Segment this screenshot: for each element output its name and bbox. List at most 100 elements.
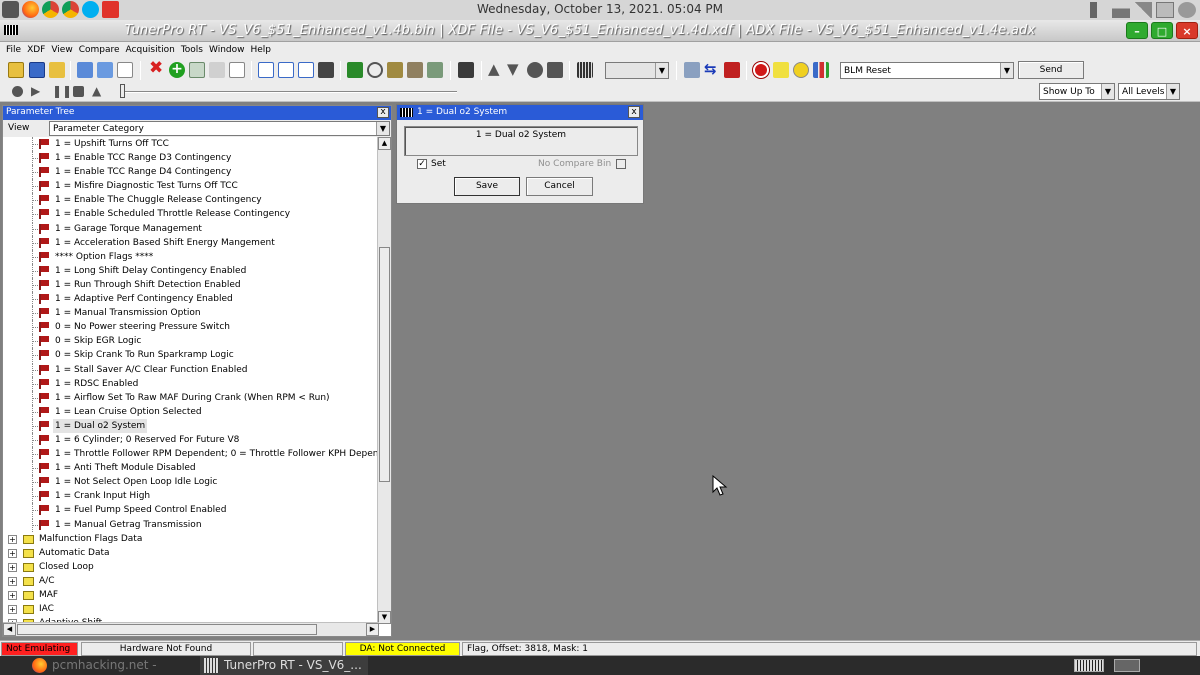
save-bin-icon[interactable] [97, 62, 113, 78]
parameter-tree-title-bar[interactable]: Parameter Tree x [3, 106, 391, 120]
tree-vertical-scrollbar[interactable]: ▲ ▼ [377, 137, 391, 624]
dialog-title-bar[interactable]: 1 = Dual o2 System x [397, 105, 643, 120]
add-icon[interactable]: + [169, 62, 185, 78]
taskbar-item-tunerpro[interactable]: TunerPro RT - VS_V6_... [200, 656, 368, 675]
tree-item[interactable]: 1 = Long Shift Delay Contingency Enabled [3, 263, 379, 278]
load-bin-icon[interactable] [77, 62, 93, 78]
tree-item[interactable]: 0 = Skip EGR Logic [3, 334, 379, 349]
emulator-select[interactable]: ▼ [605, 62, 669, 79]
chip-icon[interactable] [547, 62, 563, 78]
save-button[interactable]: Save [454, 177, 520, 196]
properties-icon[interactable] [427, 62, 443, 78]
table-view-icon[interactable] [258, 62, 274, 78]
tree-item[interactable]: 1 = Manual Transmission Option [3, 306, 379, 321]
minimize-button[interactable]: – [1126, 22, 1148, 39]
open-folder-icon[interactable] [49, 62, 65, 78]
view-select[interactable]: Parameter Category ▼ [49, 121, 390, 136]
tree-item[interactable]: 1 = Dual o2 System [3, 418, 379, 433]
tree-item[interactable]: 1 = Not Select Open Loop Idle Logic [3, 475, 379, 490]
tree-item[interactable]: 1 = Adaptive Perf Contingency Enabled [3, 292, 379, 307]
dialog-close-button[interactable]: x [628, 106, 640, 118]
taskbar-item-browser[interactable]: pcmhacking.net - View... [32, 656, 192, 675]
split-view-icon[interactable] [278, 62, 294, 78]
tree-category[interactable]: + Closed Loop [3, 560, 379, 574]
link-icon[interactable] [209, 62, 225, 78]
playback-slider-track[interactable] [122, 91, 457, 93]
eject-icon[interactable]: ▲ [92, 84, 108, 100]
tree-item[interactable]: 1 = Enable The Chuggle Release Contingen… [3, 193, 379, 208]
note-icon[interactable] [773, 62, 789, 78]
parameter-tree-close-button[interactable]: x [377, 107, 389, 118]
monitor-icon[interactable] [318, 62, 334, 78]
expand-icon[interactable]: + [8, 591, 17, 600]
open-icon[interactable] [8, 62, 24, 78]
expand-icon[interactable]: + [8, 548, 17, 558]
expand-icon[interactable]: + [8, 534, 17, 544]
power-icon[interactable] [1178, 2, 1196, 18]
tree-item[interactable]: 1 = Enable TCC Range D3 Contingency [3, 151, 379, 166]
tree-item[interactable]: 1 = Enable Scheduled Throttle Release Co… [3, 207, 379, 222]
menu-help[interactable]: Help [249, 42, 276, 59]
menu-acquisition[interactable]: Acquisition [124, 42, 179, 59]
tree-item[interactable]: 1 = 6 Cylinder; 0 Reserved For Future V8 [3, 432, 379, 447]
tray-chip-icon[interactable] [1074, 659, 1104, 672]
menu-tools[interactable]: Tools [179, 42, 207, 59]
expand-icon[interactable]: + [8, 576, 17, 586]
search-icon[interactable] [367, 62, 383, 78]
hex-editor-icon[interactable] [347, 62, 363, 78]
swap-icon[interactable]: ⇆ [704, 62, 720, 78]
tree-item[interactable]: 0 = Skip Crank To Run Sparkramp Logic [3, 348, 379, 363]
stop-icon[interactable] [73, 86, 84, 97]
tree-category[interactable]: + Malfunction Flags Data [3, 532, 379, 546]
scroll-up-button[interactable]: ▲ [378, 137, 391, 150]
show-up-to-select[interactable]: Show Up To ▼ [1039, 83, 1115, 100]
clipboard-icon[interactable] [1156, 2, 1174, 18]
menu-compare[interactable]: Compare [77, 42, 124, 59]
tree-item[interactable]: 1 = Enable TCC Range D4 Contingency [3, 165, 379, 180]
maximize-button[interactable]: □ [1151, 22, 1173, 39]
command-select[interactable]: BLM Reset ▼ [840, 62, 1014, 79]
send-button[interactable]: Send [1018, 61, 1084, 79]
tree-category[interactable]: + A/C [3, 574, 379, 588]
tree-item[interactable]: 1 = Upshift Turns Off TCC [3, 137, 379, 151]
expand-icon[interactable]: + [8, 562, 17, 572]
signal-icon[interactable] [1134, 2, 1152, 18]
playback-slider-thumb[interactable] [120, 84, 125, 98]
play-icon[interactable]: ▶ [31, 84, 47, 100]
tree-item[interactable]: 1 = Crank Input High [3, 489, 379, 504]
tree-horizontal-scroll-thumb[interactable] [17, 624, 317, 635]
network-icon[interactable] [1112, 2, 1130, 18]
compare-icon[interactable] [387, 62, 403, 78]
tree-vertical-scroll-thumb[interactable] [379, 247, 390, 482]
menu-xdf[interactable]: XDF [25, 42, 49, 59]
levels-select[interactable]: All Levels ▼ [1118, 83, 1180, 100]
delete-icon[interactable]: ✖ [149, 60, 165, 77]
tree-item[interactable]: 1 = Misfire Diagnostic Test Turns Off TC… [3, 179, 379, 194]
pause-icon[interactable]: ❚❚ [52, 84, 72, 100]
arrow-up-icon[interactable]: ▲ [488, 62, 504, 78]
cancel-button[interactable]: Cancel [526, 177, 593, 196]
window-title-bar[interactable]: TunerPro RT - VS_V6_$51_Enhanced_v1.4b.b… [0, 20, 1200, 42]
menu-file[interactable]: File [4, 42, 25, 59]
window-icon[interactable] [298, 62, 314, 78]
tool-icon[interactable] [458, 62, 474, 78]
close-button[interactable]: × [1176, 22, 1198, 39]
tree-item[interactable]: 1 = Acceleration Based Shift Energy Mang… [3, 235, 379, 250]
expand-icon[interactable]: + [8, 605, 17, 615]
record-dot-icon[interactable] [12, 86, 23, 97]
scroll-left-button[interactable]: ◀ [3, 623, 16, 636]
connect-icon[interactable] [684, 62, 700, 78]
arrow-down-icon[interactable]: ▼ [507, 62, 523, 78]
new-document-icon[interactable] [117, 62, 133, 78]
scroll-down-button[interactable]: ▼ [378, 611, 391, 624]
scroll-right-button[interactable]: ▶ [366, 623, 379, 636]
bar-chart-icon[interactable] [813, 62, 829, 78]
menu-view[interactable]: View [49, 42, 76, 59]
tree-category[interactable]: + MAF [3, 588, 379, 602]
scale-icon[interactable] [407, 62, 423, 78]
save-icon[interactable] [29, 62, 45, 78]
record-icon[interactable] [527, 62, 543, 78]
copy-icon[interactable] [189, 62, 205, 78]
menu-window[interactable]: Window [207, 42, 249, 59]
tree-item[interactable]: 1 = Stall Saver A/C Clear Function Enabl… [3, 362, 379, 377]
